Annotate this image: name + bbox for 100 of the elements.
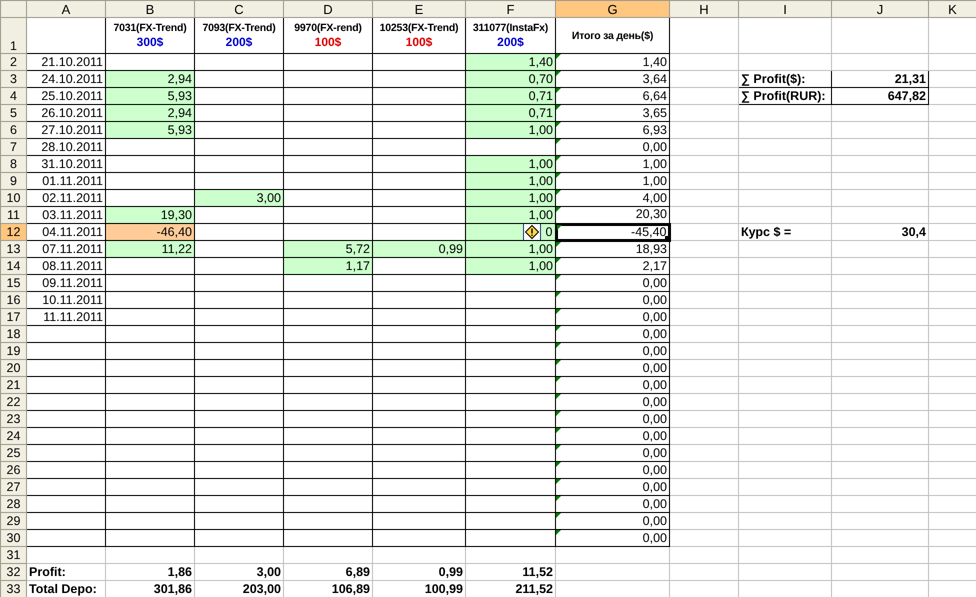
row-header[interactable]: 30 [0,530,26,546]
column-title-cell[interactable]: Итого за день($) [556,18,670,54]
table-cell[interactable]: 1,00 [466,172,556,190]
row-header[interactable]: 26 [0,462,26,478]
table-cell[interactable]: 1,86 [106,564,194,580]
table-cell[interactable]: 0,00 [556,292,670,308]
table-cell[interactable]: 1,00 [466,156,556,172]
row-header[interactable]: 20 [0,360,26,376]
table-cell[interactable]: 2,94 [106,104,194,122]
column-title-cell[interactable]: 7031(FX-Trend) 300$ [106,18,194,54]
table-cell[interactable]: 0,00 [556,138,670,156]
column-header[interactable]: D [284,0,372,18]
table-cell[interactable]: -45,40 [556,224,670,240]
row-header[interactable]: 3 [0,70,26,88]
table-cell[interactable]: 0,00 [556,530,670,546]
table-cell[interactable]: 0,00 [556,308,670,326]
table-cell[interactable]: 0,71 [466,104,556,122]
column-title-cell[interactable]: 7093(FX-Trend) 200$ [194,18,284,54]
table-cell[interactable]: 0,00 [556,274,670,292]
table-cell[interactable]: 07.11.2011 [26,240,106,258]
table-cell[interactable]: 0,00 [556,410,670,428]
column-header[interactable]: I [738,0,832,18]
table-cell[interactable]: 1,40 [556,54,670,70]
table-cell[interactable]: 6,64 [556,88,670,104]
row-header[interactable]: 13 [0,240,26,258]
row-header[interactable]: 2 [0,54,26,70]
table-cell[interactable]: 10.11.2011 [26,292,106,308]
table-cell[interactable]: 3,00 [194,564,284,580]
table-cell[interactable]: 5,72 [284,240,372,258]
table-cell[interactable]: 30,4 [832,224,928,240]
table-cell[interactable]: 21.10.2011 [26,54,106,70]
column-title-cell[interactable]: 9970(FX-rend) 100$ [284,18,372,54]
column-header[interactable]: K [928,0,976,18]
table-cell[interactable]: 0,00 [556,462,670,478]
row-header[interactable]: 14 [0,258,26,274]
table-cell[interactable]: 5,93 [106,88,194,104]
row-header[interactable]: 12 [0,224,26,240]
table-cell[interactable]: Profit: [26,564,106,580]
table-cell[interactable]: 2,17 [556,258,670,274]
table-cell[interactable]: 1,17 [284,258,372,274]
table-cell[interactable]: 25.10.2011 [26,88,106,104]
row-header[interactable]: 29 [0,512,26,530]
table-cell[interactable]: 0,00 [556,376,670,394]
table-cell[interactable]: 04.11.2011 [26,224,106,240]
warning-diamond-icon[interactable] [522,224,540,240]
row-header[interactable]: 9 [0,172,26,190]
row-header[interactable]: 19 [0,342,26,360]
column-header[interactable]: F [466,0,556,18]
table-cell[interactable]: 0,00 [556,444,670,462]
table-cell[interactable]: 2,94 [106,70,194,88]
table-cell[interactable]: 0,99 [372,240,466,258]
table-cell[interactable]: 0 [466,224,556,240]
row-header[interactable]: 1 [0,18,26,54]
table-cell[interactable]: 6,93 [556,122,670,138]
table-cell[interactable]: 1,00 [466,240,556,258]
table-cell[interactable]: 6,89 [284,564,372,580]
table-cell[interactable]: 0,00 [556,360,670,376]
table-cell[interactable]: 0,00 [556,428,670,444]
table-cell[interactable]: 20,30 [556,206,670,224]
table-cell[interactable]: 01.11.2011 [26,172,106,190]
row-header[interactable]: 23 [0,410,26,428]
table-cell[interactable]: 31.10.2011 [26,156,106,172]
table-cell[interactable]: ∑ Profit($): [738,70,832,88]
row-header[interactable]: 33 [0,580,26,597]
row-header[interactable]: 28 [0,496,26,512]
column-header[interactable]: B [106,0,194,18]
row-header[interactable]: 21 [0,376,26,394]
table-cell[interactable]: 27.10.2011 [26,122,106,138]
table-cell[interactable]: 11,22 [106,240,194,258]
row-header[interactable]: 10 [0,190,26,206]
table-cell[interactable]: 0,71 [466,88,556,104]
column-header[interactable]: G [556,0,670,18]
row-header[interactable]: 15 [0,274,26,292]
table-cell[interactable]: 0,00 [556,394,670,410]
table-cell[interactable]: 24.10.2011 [26,70,106,88]
table-cell[interactable]: 18,93 [556,240,670,258]
row-header[interactable]: 27 [0,478,26,496]
row-header[interactable]: 6 [0,122,26,138]
column-header[interactable]: A [26,0,106,18]
column-header[interactable]: E [372,0,466,18]
row-header[interactable]: 32 [0,564,26,580]
table-cell[interactable]: 0,99 [372,564,466,580]
table-cell[interactable]: 647,82 [832,88,928,104]
row-header[interactable]: 25 [0,444,26,462]
table-cell[interactable]: 3,65 [556,104,670,122]
row-header[interactable]: 8 [0,156,26,172]
row-header[interactable]: 7 [0,138,26,156]
table-cell[interactable]: 28.10.2011 [26,138,106,156]
table-cell[interactable]: 1,00 [466,190,556,206]
row-header[interactable]: 16 [0,292,26,308]
table-cell[interactable]: 0,00 [556,478,670,496]
table-cell[interactable]: Курс $ = [738,224,832,240]
table-cell[interactable]: 11.11.2011 [26,308,106,326]
row-header[interactable]: 11 [0,206,26,224]
row-header[interactable]: 4 [0,88,26,104]
table-cell[interactable]: 03.11.2011 [26,206,106,224]
row-header[interactable]: 24 [0,428,26,444]
table-cell[interactable]: 11,52 [466,564,556,580]
table-cell[interactable]: 19,30 [106,206,194,224]
column-header[interactable]: H [670,0,738,18]
